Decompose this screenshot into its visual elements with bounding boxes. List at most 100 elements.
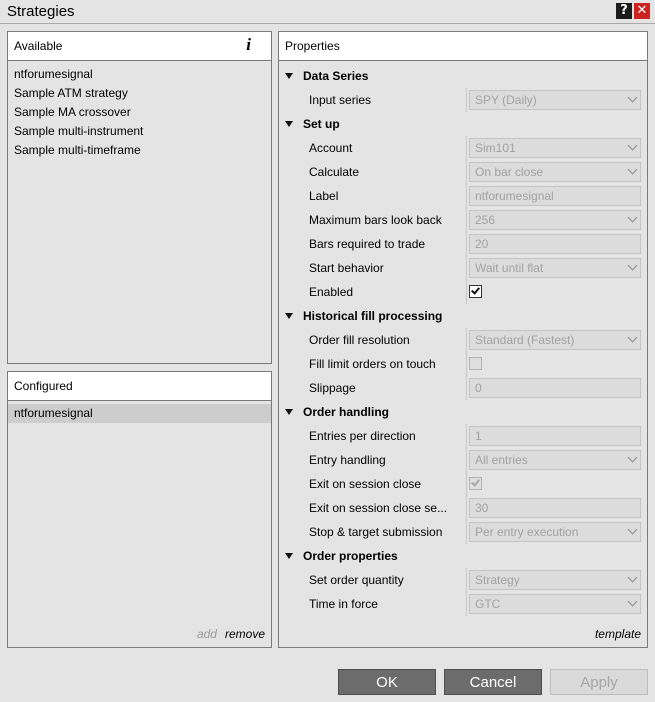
chevron-down-icon: [627, 452, 638, 463]
title-bar: Strategies ? ✕: [0, 0, 655, 24]
divider: [466, 328, 467, 352]
tif-select[interactable]: GTC: [469, 594, 641, 614]
label-field[interactable]: ntforumesignal: [469, 186, 641, 206]
help-icon[interactable]: ?: [616, 3, 632, 19]
divider: [466, 160, 467, 184]
field-value: GTC: [475, 597, 501, 611]
add-link[interactable]: add: [197, 627, 217, 641]
configured-footer: add remove: [197, 627, 265, 641]
order-fill-label: Order fill resolution: [309, 333, 410, 347]
ok-button[interactable]: OK: [338, 669, 436, 695]
field-value: On bar close: [475, 165, 544, 179]
field-value: All entries: [475, 453, 528, 467]
section-data-series[interactable]: Data Series: [285, 64, 368, 88]
divider: [466, 232, 467, 256]
available-panel: Available i ntforumesignal Sample ATM st…: [7, 31, 272, 364]
divider: [466, 280, 467, 304]
divider: [466, 472, 467, 496]
properties-title: Properties: [285, 39, 340, 53]
stop-target-label: Stop & target submission: [309, 525, 443, 539]
configured-title: Configured: [14, 379, 73, 393]
collapse-caret-icon: [285, 409, 293, 415]
section-order-handling[interactable]: Order handling: [285, 400, 389, 424]
collapse-caret-icon: [285, 313, 293, 319]
input-series-label: Input series: [309, 93, 372, 107]
field-value: 256: [475, 213, 496, 227]
list-item[interactable]: ntforumesignal: [8, 65, 271, 84]
info-icon[interactable]: i: [246, 35, 251, 55]
collapse-caret-icon: [285, 553, 293, 559]
configured-list: ntforumesignal: [8, 401, 271, 423]
field-value: 0: [475, 381, 482, 395]
apply-button[interactable]: Apply: [550, 669, 648, 695]
section-order-properties[interactable]: Order properties: [285, 544, 398, 568]
available-list: ntforumesignal Sample ATM strategy Sampl…: [8, 61, 271, 160]
checkmark-icon: [471, 477, 480, 487]
tif-label: Time in force: [309, 597, 378, 611]
divider: [466, 496, 467, 520]
section-label: Order properties: [303, 549, 398, 563]
exit-seconds-label: Exit on session close se...: [309, 501, 448, 515]
chevron-down-icon: [627, 140, 638, 151]
chevron-down-icon: [627, 260, 638, 271]
bars-required-label: Bars required to trade: [309, 237, 426, 251]
bars-required-field[interactable]: 20: [469, 234, 641, 254]
chevron-down-icon: [627, 332, 638, 343]
label-label: Label: [309, 189, 339, 203]
entry-handling-select[interactable]: All entries: [469, 450, 641, 470]
divider: [466, 352, 467, 376]
max-bars-select[interactable]: 256: [469, 210, 641, 230]
max-bars-label: Maximum bars look back: [309, 213, 442, 227]
entries-field[interactable]: 1: [469, 426, 641, 446]
window-title: Strategies: [7, 3, 75, 20]
list-item[interactable]: Sample multi-timeframe: [8, 141, 271, 160]
list-item[interactable]: ntforumesignal: [8, 404, 271, 423]
section-label: Order handling: [303, 405, 390, 419]
exit-seconds-field[interactable]: 30: [469, 498, 641, 518]
fill-limit-checkbox[interactable]: [469, 357, 482, 370]
quantity-select[interactable]: Strategy: [469, 570, 641, 590]
list-item[interactable]: Sample multi-instrument: [8, 122, 271, 141]
divider: [466, 568, 467, 592]
field-value: SPY (Daily): [475, 93, 537, 107]
template-link[interactable]: template: [595, 627, 641, 641]
entry-handling-label: Entry handling: [309, 453, 386, 467]
configured-panel: Configured ntforumesignal add remove: [7, 371, 272, 648]
list-item[interactable]: Sample ATM strategy: [8, 84, 271, 103]
available-title: Available: [14, 39, 63, 53]
section-historical-fill[interactable]: Historical fill processing: [285, 304, 442, 328]
input-series-select[interactable]: SPY (Daily): [469, 90, 641, 110]
close-icon[interactable]: ✕: [634, 3, 650, 19]
fill-limit-label: Fill limit orders on touch: [309, 357, 436, 371]
divider: [466, 448, 467, 472]
section-setup[interactable]: Set up: [285, 112, 340, 136]
start-behavior-select[interactable]: Wait until flat: [469, 258, 641, 278]
exit-session-label: Exit on session close: [309, 477, 422, 491]
field-value: Wait until flat: [475, 261, 544, 275]
field-value: Per entry execution: [475, 525, 579, 539]
account-select[interactable]: Sim101: [469, 138, 641, 158]
slippage-field[interactable]: 0: [469, 378, 641, 398]
stop-target-select[interactable]: Per entry execution: [469, 522, 641, 542]
divider: [466, 184, 467, 208]
remove-link[interactable]: remove: [225, 627, 265, 641]
properties-header: Properties: [279, 32, 647, 61]
configured-header: Configured: [8, 372, 271, 401]
enabled-checkbox[interactable]: [469, 285, 482, 298]
divider: [466, 520, 467, 544]
calculate-select[interactable]: On bar close: [469, 162, 641, 182]
properties-panel: Properties Data Series Input series SPY …: [278, 31, 648, 648]
order-fill-select[interactable]: Standard (Fastest): [469, 330, 641, 350]
field-value: Standard (Fastest): [475, 333, 575, 347]
field-value: ntforumesignal: [475, 189, 554, 203]
field-value: Sim101: [475, 141, 516, 155]
divider: [466, 256, 467, 280]
start-behavior-label: Start behavior: [309, 261, 384, 275]
chevron-down-icon: [627, 524, 638, 535]
collapse-caret-icon: [285, 121, 293, 127]
list-item[interactable]: Sample MA crossover: [8, 103, 271, 122]
exit-session-checkbox[interactable]: [469, 477, 482, 490]
divider: [466, 376, 467, 400]
divider: [466, 136, 467, 160]
cancel-button[interactable]: Cancel: [444, 669, 542, 695]
